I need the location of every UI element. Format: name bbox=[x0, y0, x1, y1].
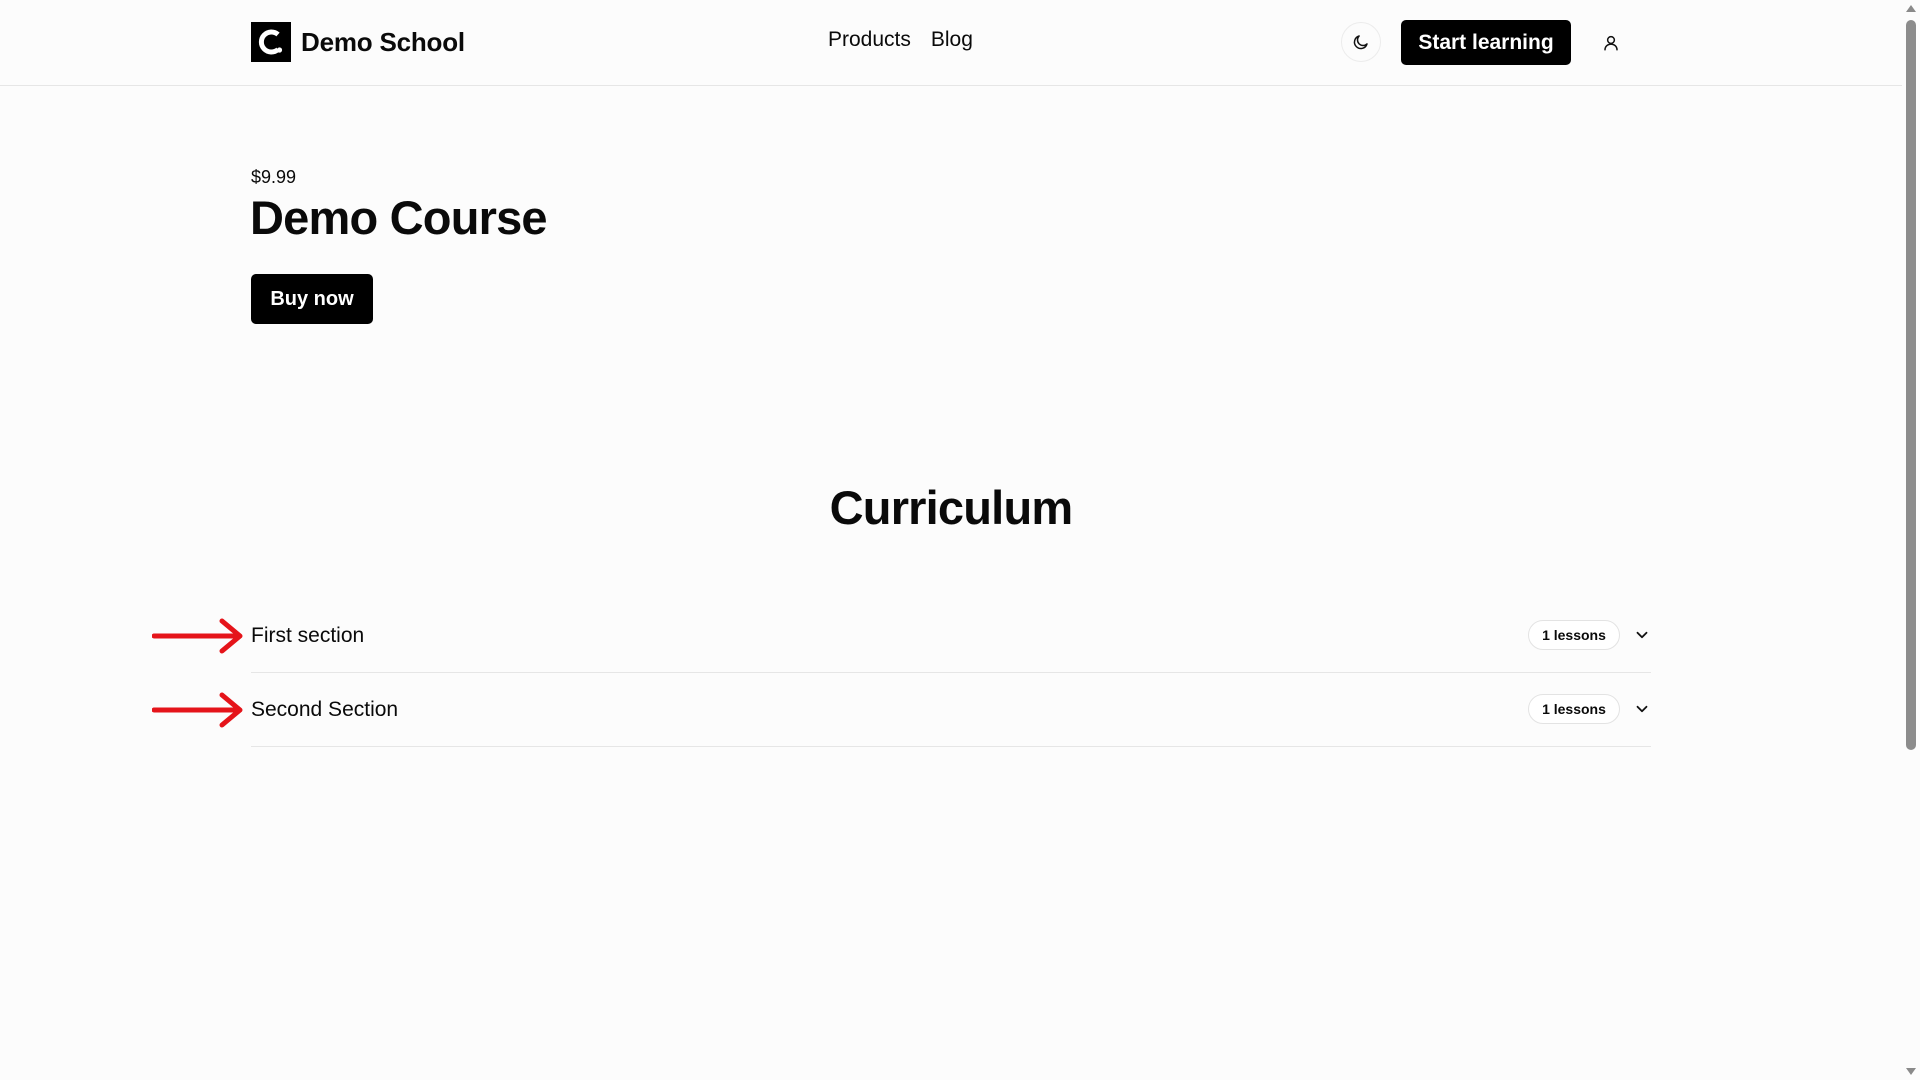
scrollbar-thumb[interactable] bbox=[1906, 20, 1916, 750]
start-learning-button[interactable]: Start learning bbox=[1401, 20, 1571, 65]
account-button[interactable] bbox=[1596, 28, 1626, 58]
user-icon bbox=[1604, 35, 1618, 51]
section-title: First section bbox=[251, 624, 365, 647]
vertical-scrollbar[interactable] bbox=[1902, 0, 1920, 1080]
course-title: Demo Course bbox=[250, 191, 548, 244]
chevron-down-icon[interactable] bbox=[1633, 700, 1651, 718]
site-header: Demo School Products Blog Start learning bbox=[0, 0, 1902, 86]
buy-now-button[interactable]: Buy now bbox=[251, 274, 373, 324]
brand-link[interactable]: Demo School bbox=[251, 22, 465, 62]
scroll-up-arrow-icon[interactable] bbox=[1906, 5, 1916, 12]
scroll-down-arrow-icon[interactable] bbox=[1906, 1068, 1916, 1075]
lesson-count-badge: 1 lessons bbox=[1528, 694, 1620, 724]
moon-icon bbox=[1353, 35, 1368, 50]
chevron-down-icon[interactable] bbox=[1633, 626, 1651, 644]
nav-link-blog[interactable]: Blog bbox=[931, 28, 973, 52]
page: Demo School Products Blog Start learning… bbox=[0, 0, 1920, 1080]
main-nav: Products Blog bbox=[828, 28, 973, 52]
lesson-count-badge: 1 lessons bbox=[1528, 620, 1620, 650]
curriculum-section-second[interactable]: Second Section 1 lessons bbox=[251, 674, 1651, 747]
annotation-arrow-icon bbox=[152, 618, 243, 654]
annotation-arrow-icon bbox=[152, 692, 243, 728]
logo-icon bbox=[251, 22, 291, 62]
course-price: $9.99 bbox=[251, 167, 297, 187]
brand-name: Demo School bbox=[301, 26, 465, 57]
curriculum-heading: Curriculum bbox=[829, 481, 1074, 534]
section-title: Second Section bbox=[251, 698, 399, 721]
curriculum-section-first[interactable]: First section 1 lessons bbox=[251, 600, 1651, 673]
nav-link-products[interactable]: Products bbox=[828, 28, 911, 52]
theme-toggle-button[interactable] bbox=[1341, 22, 1381, 62]
